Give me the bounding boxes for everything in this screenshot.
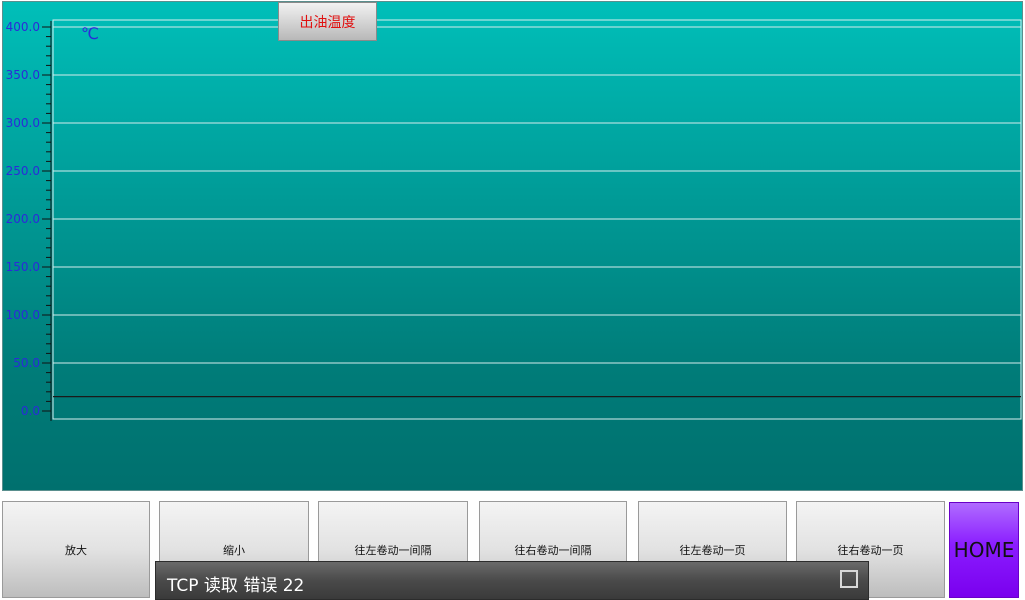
y-tick-label: 100.0 [6, 308, 40, 322]
zoom-in-button[interactable]: 放大 [2, 501, 150, 598]
y-tick-label: 250.0 [6, 164, 40, 178]
oil-outlet-temperature-button[interactable]: 出油温度 [278, 2, 377, 41]
status-message: TCP 读取 错误 22 [167, 576, 305, 596]
status-checkbox[interactable] [840, 570, 858, 588]
y-tick-label: 0.0 [21, 404, 40, 418]
status-bar: TCP 读取 错误 22 [155, 561, 869, 600]
y-tick-label: 150.0 [6, 260, 40, 274]
y-unit-label: ℃ [81, 24, 99, 43]
home-button[interactable]: HOME [949, 502, 1019, 598]
y-tick-label: 200.0 [6, 212, 40, 226]
y-tick-label: 300.0 [6, 116, 40, 130]
trend-chart-svg: 400.0 350.0 300.0 250.0 200.0 150.0 100.0 50.0 0… [6, 19, 1022, 421]
y-tick-label: 350.0 [6, 68, 40, 82]
y-tick-label: 50.0 [13, 356, 40, 370]
trend-chart: 400.0 350.0 300.0 250.0 200.0 150.0 100.0 50.0 0… [2, 1, 1023, 491]
y-tick-label: 400.0 [6, 20, 40, 34]
